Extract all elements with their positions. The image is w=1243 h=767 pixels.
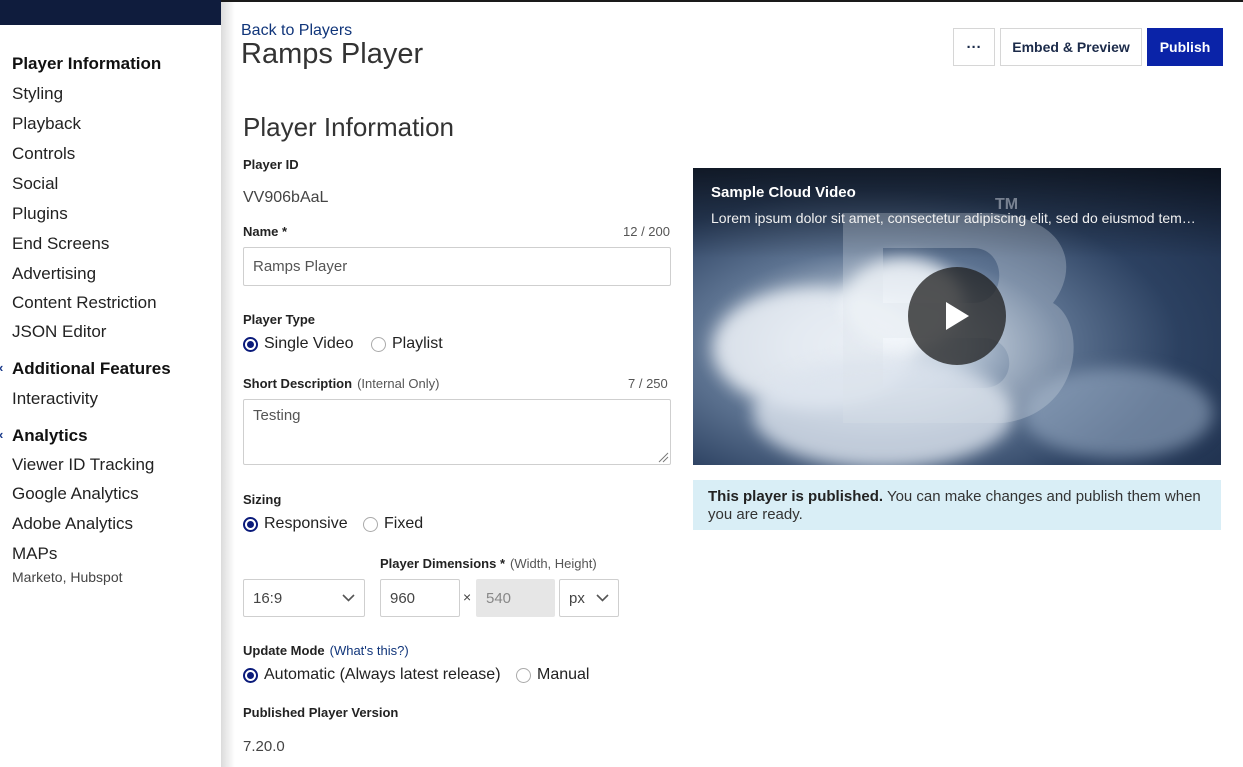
more-options-button[interactable]: ··· [953,28,995,66]
sidebar-item-google-analytics[interactable]: Google Analytics [12,484,139,504]
sizing-responsive-radio[interactable]: Responsive [243,515,348,533]
sidebar-item-styling[interactable]: Styling [12,84,63,104]
short-description-char-counter: 7 / 250 [628,376,668,391]
update-mode-automatic-radio[interactable]: Automatic (Always latest release) [243,666,501,684]
player-type-single-video-radio[interactable]: Single Video [243,335,354,353]
sidebar-shadow [221,2,235,767]
radio-label: Manual [537,666,590,683]
radio-unselected-icon [363,516,378,532]
sidebar-item-interactivity[interactable]: Interactivity [12,389,98,409]
top-border [221,0,1243,2]
radio-label: Single Video [264,335,354,352]
radio-selected-icon [243,667,258,683]
radio-label: Automatic (Always latest release) [264,666,501,683]
sidebar-group-label: Analytics [12,426,88,445]
radio-unselected-icon [516,667,531,683]
player-id-label: Player ID [243,157,299,172]
sidebar-item-plugins[interactable]: Plugins [12,204,68,224]
whats-this-link[interactable]: (What's this?) [330,643,409,658]
published-version-value: 7.20.0 [243,738,285,755]
chevron-down-icon [596,594,609,602]
sidebar-item-maps-subtitle: Marketo, Hubspot [12,569,123,585]
embed-preview-button[interactable]: Embed & Preview [1000,28,1142,66]
short-description-label-text: Short Description [243,376,353,391]
sidebar-item-social[interactable]: Social [12,174,58,194]
video-description: Lorem ipsum dolor sit amet, consectetur … [711,210,1196,226]
page-title: Ramps Player [241,38,424,70]
published-notice: This player is published. You can make c… [693,480,1221,530]
update-mode-manual-radio[interactable]: Manual [516,666,589,684]
sizing-label: Sizing [243,492,282,507]
short-description-label: Short Description (Internal Only) [243,376,439,391]
player-id-value: VV906bAaL [243,189,329,206]
sidebar-item-advertising[interactable]: Advertising [12,264,96,284]
sidebar-group-analytics[interactable]: ‹ Analytics [0,426,88,446]
sidebar-item-json-editor[interactable]: JSON Editor [12,322,106,342]
top-navbar [0,0,221,25]
sidebar-item-player-information[interactable]: Player Information [12,54,161,74]
radio-unselected-icon [371,336,386,352]
video-title: Sample Cloud Video [711,184,856,201]
sidebar-group-additional-features[interactable]: ‹ Additional Features [0,359,171,379]
short-description-note: (Internal Only) [357,376,440,391]
chevron-icon: ‹ [0,427,3,442]
play-icon [946,302,969,330]
radio-label: Playlist [392,335,443,352]
aspect-ratio-value: 16:9 [253,589,283,607]
publish-button[interactable]: Publish [1147,28,1223,66]
chevron-icon: ‹ [0,360,3,375]
chevron-down-icon [342,594,355,602]
sidebar-item-viewer-id-tracking[interactable]: Viewer ID Tracking [12,455,154,475]
width-input[interactable]: 960 [380,579,460,617]
name-label: Name * [243,224,288,239]
sidebar-item-controls[interactable]: Controls [12,144,75,164]
radio-selected-icon [243,336,258,352]
player-type-label: Player Type [243,312,316,327]
update-mode-label-text: Update Mode [243,643,325,658]
sidebar-item-content-restriction[interactable]: Content Restriction [12,293,157,313]
update-mode-label: Update Mode (What's this?) [243,643,409,658]
player-dimensions-label: Player Dimensions * (Width, Height) [380,556,597,571]
radio-label: Responsive [264,515,348,532]
short-description-textarea[interactable]: Testing [243,399,671,465]
sidebar-item-maps[interactable]: MAPs [12,544,57,564]
player-type-playlist-radio[interactable]: Playlist [371,335,443,353]
name-char-counter: 12 / 200 [623,224,670,239]
unit-value: px [569,589,585,607]
player-dimensions-note: (Width, Height) [510,556,597,571]
sidebar: Player Information Styling Playback Cont… [0,25,221,767]
play-button[interactable] [908,267,1006,365]
sidebar-item-end-screens[interactable]: End Screens [12,234,109,254]
sidebar-item-playback[interactable]: Playback [12,114,81,134]
sidebar-item-adobe-analytics[interactable]: Adobe Analytics [12,514,133,534]
unit-select[interactable]: px [559,579,619,617]
aspect-ratio-select[interactable]: 16:9 [243,579,365,617]
published-notice-bold: This player is published. [708,488,884,505]
section-title: Player Information [243,112,454,142]
published-version-label: Published Player Version [243,705,399,720]
name-input[interactable] [243,247,671,286]
radio-selected-icon [243,516,258,532]
sidebar-group-label: Additional Features [12,359,171,378]
video-preview[interactable]: TM Sample Cloud Video Lorem ipsum dolor … [693,168,1221,465]
height-input: 540 [476,579,555,617]
times-symbol: × [463,589,472,605]
sizing-fixed-radio[interactable]: Fixed [363,515,423,533]
radio-label: Fixed [384,515,424,532]
player-dimensions-label-text: Player Dimensions * [380,556,505,571]
